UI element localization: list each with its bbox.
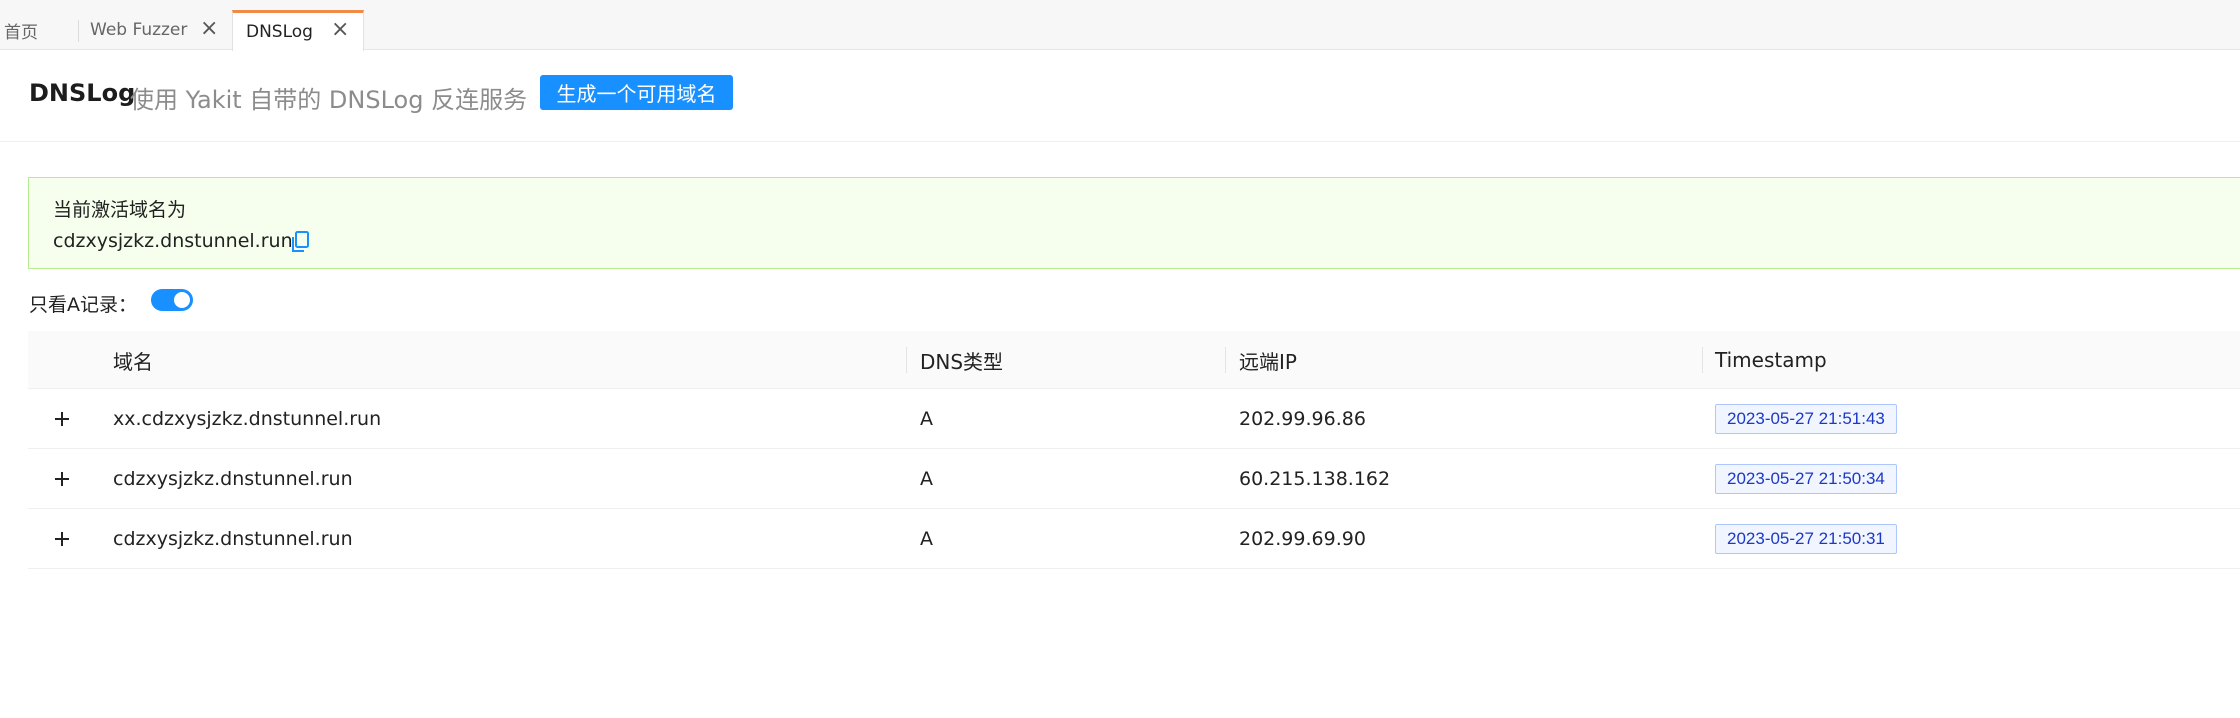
tab-label: 首页	[4, 22, 38, 43]
tab-label: DNSLog	[246, 22, 313, 42]
column-divider	[906, 347, 907, 373]
table-row[interactable]: xx.cdzxysjzkz.dnstunnel.run A 202.99.96.…	[28, 389, 2240, 449]
cell-remote-ip: 202.99.69.90	[1239, 528, 1366, 550]
a-record-toggle[interactable]	[151, 289, 193, 311]
cell-timestamp: 2023-05-27 21:50:31	[1715, 509, 1897, 569]
tab-home[interactable]: 首页	[4, 10, 74, 50]
column-header-domain[interactable]: 域名	[113, 331, 153, 389]
cell-domain: cdzxysjzkz.dnstunnel.run	[113, 468, 353, 490]
page-title: DNSLog	[29, 79, 136, 107]
close-icon[interactable]: ×	[200, 18, 218, 40]
alert-title: 当前激活域名为	[53, 199, 187, 221]
window-top-strip	[0, 0, 2240, 10]
cell-dns-type: A	[920, 528, 933, 550]
active-domain-text: cdzxysjzkz.dnstunnel.run	[53, 230, 293, 252]
dnslog-table: 域名 DNS类型 远端IP Timestamp xx.cdzxysjzkz.dn…	[28, 331, 2240, 569]
tab-divider	[78, 20, 79, 42]
expand-row-icon[interactable]	[53, 530, 71, 548]
column-header-timestamp[interactable]: Timestamp	[1715, 331, 1827, 389]
cell-timestamp: 2023-05-27 21:50:34	[1715, 449, 1897, 509]
cell-remote-ip: 202.99.96.86	[1239, 408, 1366, 430]
page-subtitle: 使用 Yakit 自带的 DNSLog 反连服务	[130, 86, 528, 114]
expand-row-icon[interactable]	[53, 470, 71, 488]
toggle-knob	[174, 292, 190, 308]
table-header: 域名 DNS类型 远端IP Timestamp	[28, 331, 2240, 389]
active-domain-alert: 当前激活域名为 cdzxysjzkz.dnstunnel.run	[28, 177, 2240, 269]
copy-icon[interactable]	[289, 230, 311, 254]
tab-dnslog[interactable]: DNSLog ×	[232, 10, 364, 51]
expand-row-icon[interactable]	[53, 410, 71, 428]
column-header-remote-ip[interactable]: 远端IP	[1239, 331, 1297, 389]
timestamp-tag: 2023-05-27 21:50:34	[1715, 464, 1897, 494]
close-icon[interactable]: ×	[331, 19, 349, 41]
table-row[interactable]: cdzxysjzkz.dnstunnel.run A 202.99.69.90 …	[28, 509, 2240, 569]
column-header-dns-type[interactable]: DNS类型	[920, 331, 1003, 389]
timestamp-tag: 2023-05-27 21:51:43	[1715, 404, 1897, 434]
tab-bar: 首页 Web Fuzzer × DNSLog ×	[0, 10, 2240, 51]
column-divider	[1702, 347, 1703, 373]
cell-remote-ip: 60.215.138.162	[1239, 468, 1391, 490]
timestamp-tag: 2023-05-27 21:50:31	[1715, 524, 1897, 554]
cell-dns-type: A	[920, 468, 933, 490]
a-record-filter-label: 只看A记录：	[29, 294, 137, 316]
cell-domain: xx.cdzxysjzkz.dnstunnel.run	[113, 408, 382, 430]
column-divider	[1225, 347, 1226, 373]
tab-label: Web Fuzzer	[90, 20, 188, 40]
table-row[interactable]: cdzxysjzkz.dnstunnel.run A 60.215.138.16…	[28, 449, 2240, 509]
generate-domain-button[interactable]: 生成一个可用域名	[540, 75, 733, 110]
cell-dns-type: A	[920, 408, 933, 430]
tab-web-fuzzer[interactable]: Web Fuzzer ×	[90, 10, 230, 50]
cell-domain: cdzxysjzkz.dnstunnel.run	[113, 528, 353, 550]
cell-timestamp: 2023-05-27 21:51:43	[1715, 389, 1897, 449]
